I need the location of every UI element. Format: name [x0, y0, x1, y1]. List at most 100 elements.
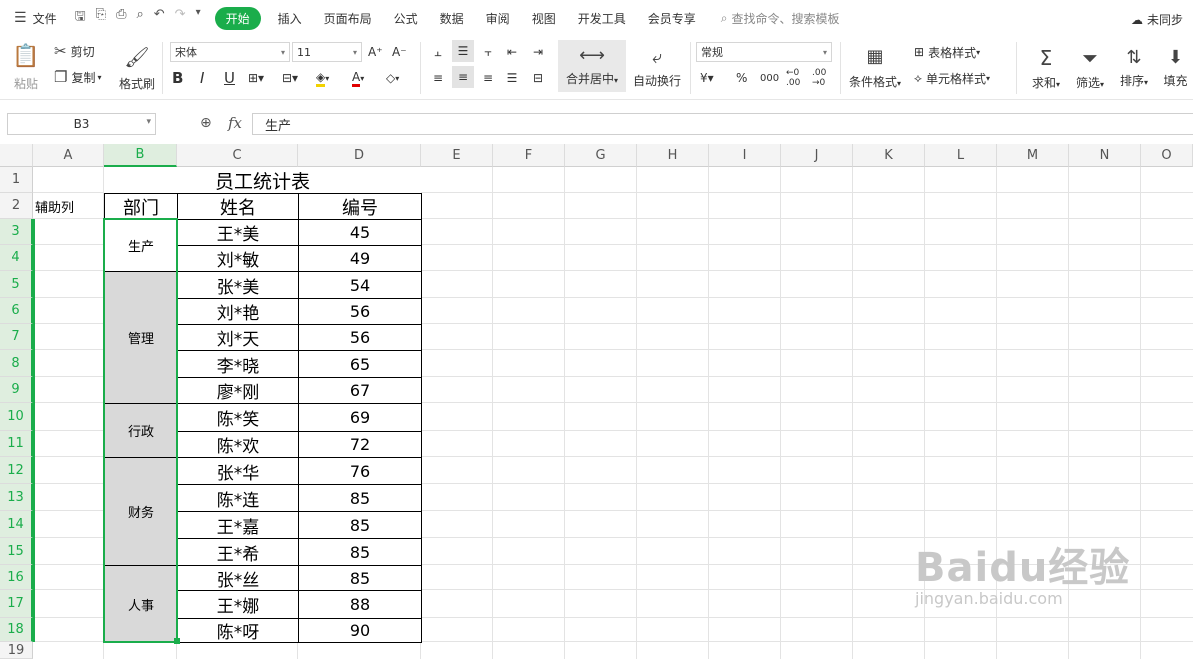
name-cell[interactable]: 张*美 [177, 271, 299, 299]
name-cell[interactable]: 刘*敏 [177, 245, 299, 272]
name-cell[interactable]: 刘*天 [177, 324, 299, 351]
distribute-button[interactable]: ⊟ [528, 68, 548, 88]
row-header[interactable]: 3 [0, 219, 33, 245]
font-color-button[interactable]: A ▾ [352, 68, 364, 88]
id-cell[interactable]: 90 [298, 618, 422, 643]
tab-developer[interactable]: 开发工具 [567, 10, 637, 27]
column-header[interactable]: G [565, 144, 637, 167]
bold-button[interactable]: B [172, 68, 183, 88]
column-header[interactable]: K [853, 144, 925, 167]
underline-button[interactable]: U [224, 68, 235, 88]
column-header[interactable]: I [709, 144, 781, 167]
tab-page-layout[interactable]: 页面布局 [313, 10, 383, 27]
name-cell[interactable]: 陈*笑 [177, 403, 299, 432]
row-header[interactable]: 1 [0, 167, 33, 193]
column-header[interactable]: O [1141, 144, 1193, 167]
id-cell[interactable]: 49 [298, 245, 422, 272]
undo-icon[interactable]: ↶ [154, 7, 165, 29]
department-cell[interactable]: 行政 [104, 403, 178, 458]
chevron-down-icon[interactable]: ▾ [196, 7, 201, 29]
column-header[interactable]: J [781, 144, 853, 167]
row-header[interactable]: 18 [0, 618, 33, 642]
column-header[interactable]: D [298, 144, 421, 167]
tab-member[interactable]: 会员专享 [637, 10, 707, 27]
id-cell[interactable]: 45 [298, 219, 422, 246]
name-cell[interactable]: 张*华 [177, 457, 299, 485]
row-header[interactable]: 4 [0, 245, 33, 271]
id-cell[interactable]: 69 [298, 403, 422, 432]
font-size-select[interactable]: 11 ▾ [292, 42, 362, 62]
department-cell[interactable]: 财务 [104, 457, 178, 566]
zoom-icon[interactable]: ⊕ [200, 115, 212, 131]
fill-button[interactable]: ⬇ 填充 [1158, 42, 1193, 94]
align-middle-button[interactable]: ☰ [452, 40, 474, 62]
fill-handle[interactable] [174, 638, 180, 644]
align-center-button[interactable]: ≡ [452, 66, 474, 88]
row-header[interactable]: 5 [0, 271, 33, 298]
id-cell[interactable]: 54 [298, 271, 422, 299]
column-header[interactable]: N [1069, 144, 1141, 167]
fill-pattern-button[interactable]: ⊟▾ [282, 68, 298, 88]
id-cell[interactable]: 85 [298, 538, 422, 566]
justify-button[interactable]: ☰ [502, 68, 522, 88]
increase-font-button[interactable]: A⁺ [368, 42, 383, 62]
align-right-button[interactable]: ≡ [478, 68, 498, 88]
id-cell[interactable]: 65 [298, 350, 422, 378]
id-cell[interactable]: 56 [298, 298, 422, 325]
row-header[interactable]: 16 [0, 565, 33, 590]
decrease-decimal-button[interactable]: .00 →0 [812, 68, 826, 88]
name-cell[interactable]: 王*娜 [177, 590, 299, 619]
percent-button[interactable]: % [736, 68, 747, 88]
row-header[interactable]: 2 [0, 193, 33, 219]
filter-button[interactable]: ⏷ 筛选▾ [1070, 42, 1110, 94]
save-icon[interactable]: 🖫 [75, 7, 86, 29]
column-header[interactable]: F [493, 144, 565, 167]
name-cell[interactable]: 王*美 [177, 219, 299, 246]
copy-button[interactable]: ❐ 复制 ▾ [54, 68, 101, 86]
table-style-button[interactable]: ⊞ 表格样式 ▾ [914, 42, 980, 62]
sort-button[interactable]: ⇅ 排序▾ [1114, 42, 1154, 94]
tab-review[interactable]: 审阅 [475, 10, 521, 27]
format-painter-button[interactable]: 🖌 格式刷 [116, 42, 158, 94]
redo-icon[interactable]: ↷ [175, 7, 186, 29]
currency-button[interactable]: ¥▾ [700, 68, 714, 88]
name-cell[interactable]: 陈*欢 [177, 431, 299, 458]
table-header[interactable]: 姓名 [177, 193, 299, 220]
name-cell[interactable]: 王*希 [177, 538, 299, 566]
font-name-select[interactable]: 宋体 ▾ [170, 42, 290, 62]
italic-button[interactable]: I [200, 68, 204, 88]
decrease-font-button[interactable]: A⁻ [392, 42, 407, 62]
name-cell[interactable]: 张*丝 [177, 565, 299, 591]
row-header[interactable]: 15 [0, 538, 33, 565]
column-header[interactable]: M [997, 144, 1069, 167]
align-bottom-button[interactable]: ⫟ [478, 42, 498, 62]
clear-button[interactable]: ◇ ▾ [386, 68, 399, 88]
column-header[interactable]: A [33, 144, 104, 167]
cut-button[interactable]: ✂ 剪切 [54, 42, 95, 60]
id-cell[interactable]: 67 [298, 377, 422, 404]
column-header[interactable]: C [177, 144, 298, 167]
name-cell[interactable]: 李*晓 [177, 350, 299, 378]
tab-insert[interactable]: 插入 [267, 10, 313, 27]
department-cell[interactable]: 生产 [104, 219, 178, 272]
print-preview-icon[interactable]: ⌕ [136, 7, 143, 29]
id-cell[interactable]: 88 [298, 590, 422, 619]
file-menu[interactable]: ☰ 文件 [0, 10, 67, 27]
increase-decimal-button[interactable]: ←0.00 [786, 68, 800, 88]
tab-formulas[interactable]: 公式 [383, 10, 429, 27]
merge-center-button[interactable]: ⟷ 合并居中▾ [558, 40, 626, 92]
command-search[interactable]: ⌕ 查找命令、搜索模板 [721, 10, 840, 27]
id-cell[interactable]: 72 [298, 431, 422, 458]
decrease-indent-button[interactable]: ⇤ [502, 42, 522, 62]
align-top-button[interactable]: ⫠ [428, 42, 448, 62]
thousands-button[interactable]: 000 [760, 68, 779, 88]
name-box[interactable]: B3 ▾ [7, 113, 156, 135]
department-cell[interactable]: 人事 [104, 565, 178, 643]
function-icon[interactable]: fx [228, 114, 242, 132]
paste-button[interactable]: 📋 粘贴 [8, 42, 44, 94]
formula-input[interactable]: 生产 [252, 113, 1193, 135]
name-cell[interactable]: 廖*刚 [177, 377, 299, 404]
row-header[interactable]: 19 [0, 642, 33, 659]
row-header[interactable]: 14 [0, 511, 33, 538]
wrap-text-button[interactable]: ⤶ 自动换行 [630, 42, 684, 94]
